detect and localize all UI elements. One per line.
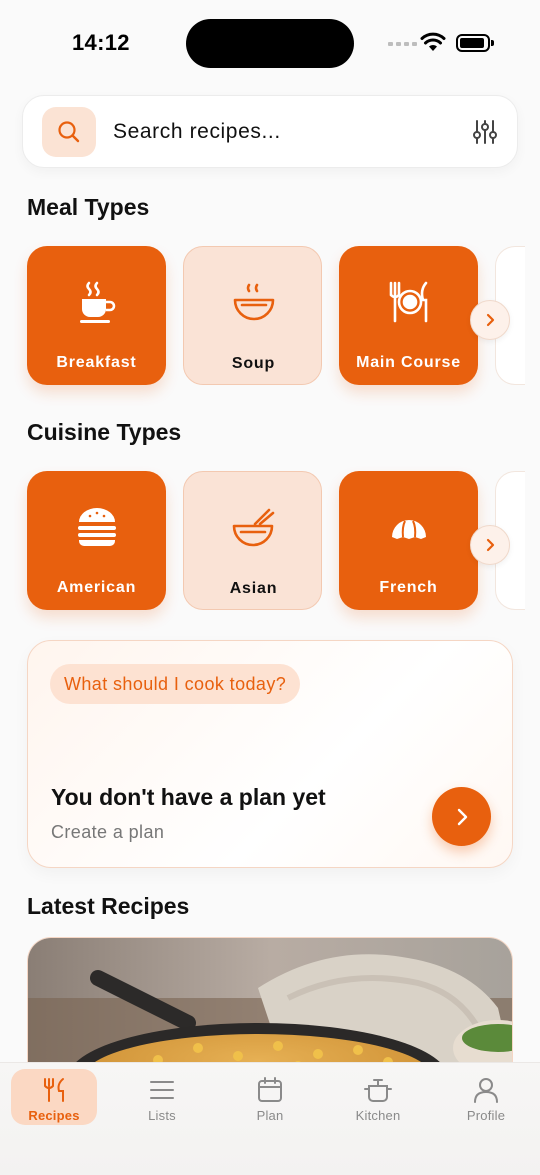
meal-types-row: Breakfast Soup Main Course [27, 246, 540, 396]
search-input[interactable]: Search recipes... [113, 120, 281, 144]
latest-recipes-title: Latest Recipes [27, 893, 190, 919]
meal-types-title: Meal Types [27, 194, 150, 220]
create-plan-link[interactable]: Create a plan [51, 822, 164, 843]
create-plan-button[interactable] [432, 787, 491, 846]
tab-kitchen[interactable]: Kitchen [335, 1069, 421, 1125]
meal-type-label: Main Course [356, 354, 461, 371]
plate-cutlery-icon [339, 280, 478, 324]
cuisine-types-title: Cuisine Types [27, 419, 182, 445]
chevron-right-icon [457, 808, 467, 825]
battery-icon [456, 34, 494, 52]
calendar-icon [257, 1076, 283, 1104]
recipe-photo [28, 938, 512, 1077]
meal-types-scroll-button[interactable] [470, 300, 510, 340]
coffee-cup-icon [27, 280, 166, 324]
tab-label: Kitchen [355, 1108, 401, 1123]
chevron-right-icon [486, 538, 495, 552]
cuisine-type-asian[interactable]: Asian [183, 471, 322, 610]
tab-plan[interactable]: Plan [227, 1069, 313, 1125]
cuisine-types-scroll-button[interactable] [470, 525, 510, 565]
dynamic-island [186, 19, 354, 68]
tab-bar: Recipes Lists Plan Kitchen Profile [0, 1062, 540, 1175]
cuisine-type-label: Asian [229, 580, 278, 597]
chevron-right-icon [486, 313, 495, 327]
status-bar: 14:12 [0, 0, 540, 88]
meal-type-main-course[interactable]: Main Course [339, 246, 478, 385]
noodle-bowl-icon [184, 506, 323, 550]
fork-knife-icon [41, 1076, 67, 1104]
plan-card[interactable]: What should I cook today? You don't have… [27, 640, 513, 868]
plan-title: You don't have a plan yet [51, 784, 326, 810]
cuisine-type-american[interactable]: American [27, 471, 166, 610]
burger-icon [27, 505, 166, 549]
meal-type-breakfast[interactable]: Breakfast [27, 246, 166, 385]
tab-label: Lists [148, 1108, 176, 1123]
tab-recipes[interactable]: Recipes [11, 1069, 97, 1125]
tab-label: Profile [466, 1108, 506, 1123]
plan-prompt-chip: What should I cook today? [50, 664, 301, 704]
cuisine-type-label: French [379, 579, 438, 596]
list-icon [149, 1076, 175, 1104]
filter-sliders-icon[interactable] [471, 118, 499, 146]
search-bar[interactable]: Search recipes... [22, 95, 518, 168]
meal-type-soup[interactable]: Soup [183, 246, 322, 385]
search-icon [58, 121, 80, 143]
wifi-icon [420, 32, 446, 51]
meal-type-label: Soup [231, 355, 276, 372]
tab-label: Recipes [28, 1108, 80, 1123]
tab-profile[interactable]: Profile [443, 1069, 529, 1125]
tab-lists[interactable]: Lists [119, 1069, 205, 1125]
cellular-signal-icon [388, 42, 417, 46]
meal-type-label: Breakfast [56, 354, 137, 371]
tab-label: Plan [256, 1108, 284, 1123]
soup-bowl-icon [184, 281, 323, 325]
status-time: 14:12 [72, 30, 130, 55]
person-icon [473, 1076, 499, 1104]
cuisine-type-label: American [56, 579, 137, 596]
search-button[interactable] [42, 107, 96, 157]
cuisine-type-french[interactable]: French [339, 471, 478, 610]
cuisine-types-row: American Asian French [27, 471, 540, 621]
pot-icon [364, 1076, 392, 1104]
latest-recipe-card[interactable] [27, 937, 513, 1077]
croissant-icon [339, 505, 478, 549]
